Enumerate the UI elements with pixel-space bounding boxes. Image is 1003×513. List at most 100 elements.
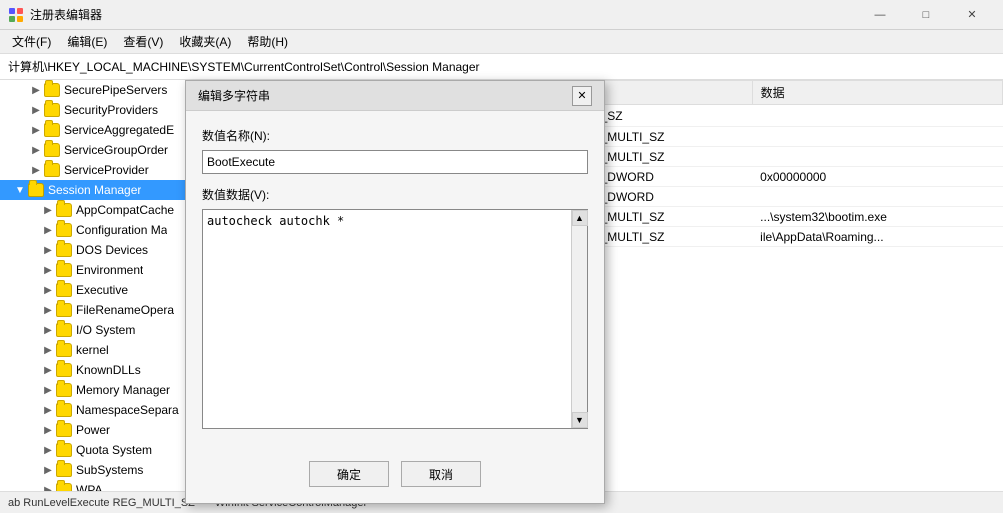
cell-data [752, 187, 1002, 207]
tree-arrow: ▼ [12, 182, 28, 198]
tree-item-servicegrouporder[interactable]: ▶ ServiceGroupOrder [0, 140, 199, 160]
tree-item-configurationma[interactable]: ▶ Configuration Ma [0, 220, 199, 240]
tree-arrow: ▶ [28, 162, 44, 178]
tree-item-session-manager[interactable]: ▼ Session Manager [0, 180, 199, 200]
scroll-down-button[interactable]: ▼ [572, 412, 588, 428]
tree-item-appcompatcache[interactable]: ▶ AppCompatCache [0, 200, 199, 220]
tree-item-knowndlls[interactable]: ▶ KnownDLLs [0, 360, 199, 380]
folder-icon [56, 323, 72, 337]
tree-label: KnownDLLs [76, 363, 141, 377]
scroll-up-button[interactable]: ▲ [572, 210, 588, 226]
menu-help[interactable]: 帮助(H) [239, 31, 296, 52]
tree-item-dosdevices[interactable]: ▶ DOS Devices [0, 240, 199, 260]
tree-label: SecurityProviders [64, 103, 158, 117]
col-data: 数据 [752, 81, 1002, 105]
tree-arrow: ▶ [28, 142, 44, 158]
folder-icon [56, 203, 72, 217]
tree-label: Quota System [76, 443, 152, 457]
tree-item-subsystems[interactable]: ▶ SubSystems [0, 460, 199, 480]
dialog-data-label: 数值数据(V): [202, 186, 588, 203]
tree-label: FileRenameOpera [76, 303, 174, 317]
tree-item-namespacesepara[interactable]: ▶ NamespaceSepara [0, 400, 199, 420]
folder-icon [56, 223, 72, 237]
tree-label: Memory Manager [76, 383, 170, 397]
tree-label: I/O System [76, 323, 135, 337]
dialog-body: 数值名称(N): 数值数据(V): ▲ ▼ [186, 111, 604, 461]
tree-arrow: ▶ [40, 342, 56, 358]
folder-icon [56, 363, 72, 377]
scroll-track [572, 226, 587, 412]
tree-item-filerenameoper[interactable]: ▶ FileRenameOpera [0, 300, 199, 320]
tree-item-serviceprovider[interactable]: ▶ ServiceProvider [0, 160, 199, 180]
cell-data [752, 147, 1002, 167]
tree-item-kernel[interactable]: ▶ kernel [0, 340, 199, 360]
tree-arrow: ▶ [40, 382, 56, 398]
tree-item-quotasystem[interactable]: ▶ Quota System [0, 440, 199, 460]
tree-item-power[interactable]: ▶ Power [0, 420, 199, 440]
address-path: 计算机\HKEY_LOCAL_MACHINE\SYSTEM\CurrentCon… [8, 58, 480, 75]
dialog-close-button[interactable]: ✕ [572, 86, 592, 106]
tree-label: Session Manager [48, 183, 141, 197]
tree-label: NamespaceSepara [76, 403, 179, 417]
tree-panel[interactable]: ▶ SecurePipeServers ▶ SecurityProviders … [0, 80, 200, 491]
cell-data: ...\system32\bootim.exe [752, 207, 1002, 227]
app-icon [8, 7, 24, 23]
close-button[interactable]: ✕ [949, 0, 995, 30]
dialog-scrollbar: ▲ ▼ [571, 210, 587, 428]
folder-icon [56, 403, 72, 417]
menu-edit[interactable]: 编辑(E) [59, 31, 115, 52]
cell-data [752, 127, 1002, 147]
tree-label: Executive [76, 283, 128, 297]
tree-item-securepipeservers[interactable]: ▶ SecurePipeServers [0, 80, 199, 100]
address-bar: 计算机\HKEY_LOCAL_MACHINE\SYSTEM\CurrentCon… [0, 54, 1003, 80]
tree-item-serviceaggregated[interactable]: ▶ ServiceAggregatedE [0, 120, 199, 140]
folder-icon [44, 103, 60, 117]
tree-label: ServiceAggregatedE [64, 123, 174, 137]
tree-item-securityproviders[interactable]: ▶ SecurityProviders [0, 100, 199, 120]
tree-label: SecurePipeServers [64, 83, 167, 97]
cell-data: ile\AppData\Roaming... [752, 227, 1002, 247]
title-bar: 注册表编辑器 — □ ✕ [0, 0, 1003, 30]
edit-multistring-dialog: 编辑多字符串 ✕ 数值名称(N): 数值数据(V): ▲ ▼ 确定 取消 [185, 80, 605, 504]
tree-arrow: ▶ [28, 102, 44, 118]
tree-arrow: ▶ [40, 402, 56, 418]
folder-icon [56, 243, 72, 257]
folder-icon [56, 263, 72, 277]
menu-bar: 文件(F) 编辑(E) 查看(V) 收藏夹(A) 帮助(H) [0, 30, 1003, 54]
tree-item-executive[interactable]: ▶ Executive [0, 280, 199, 300]
tree-item-memorymanager[interactable]: ▶ Memory Manager [0, 380, 199, 400]
menu-file[interactable]: 文件(F) [4, 31, 59, 52]
tree-arrow: ▶ [28, 122, 44, 138]
minimize-button[interactable]: — [857, 0, 903, 30]
tree-label: ServiceProvider [64, 163, 149, 177]
folder-icon [56, 483, 72, 491]
tree-arrow: ▶ [40, 362, 56, 378]
tree-item-iosystem[interactable]: ▶ I/O System [0, 320, 199, 340]
tree-label: AppCompatCache [76, 203, 174, 217]
tree-label: DOS Devices [76, 243, 148, 257]
tree-item-wpa[interactable]: ▶ WPA [0, 480, 199, 491]
folder-icon [56, 283, 72, 297]
dialog-title: 编辑多字符串 [198, 87, 270, 104]
tree-arrow: ▶ [40, 322, 56, 338]
tree-label: ServiceGroupOrder [64, 143, 168, 157]
menu-view[interactable]: 查看(V) [115, 31, 171, 52]
dialog-data-textarea[interactable] [203, 210, 571, 428]
dialog-ok-button[interactable]: 确定 [309, 461, 389, 487]
tree-arrow: ▶ [40, 222, 56, 238]
tree-item-environment[interactable]: ▶ Environment [0, 260, 199, 280]
menu-favorites[interactable]: 收藏夹(A) [171, 31, 239, 52]
folder-icon [56, 383, 72, 397]
tree-arrow: ▶ [40, 282, 56, 298]
tree-label: WPA [76, 483, 102, 491]
folder-icon [44, 143, 60, 157]
tree-arrow: ▶ [40, 482, 56, 491]
tree-label: kernel [76, 343, 109, 357]
maximize-button[interactable]: □ [903, 0, 949, 30]
status-item1: ab RunLevelExecute REG_MULTI_SZ [8, 497, 195, 509]
dialog-name-input[interactable] [202, 150, 588, 174]
cell-data [752, 105, 1002, 127]
tree-arrow: ▶ [40, 242, 56, 258]
dialog-cancel-button[interactable]: 取消 [401, 461, 481, 487]
title-bar-left: 注册表编辑器 [8, 6, 102, 23]
